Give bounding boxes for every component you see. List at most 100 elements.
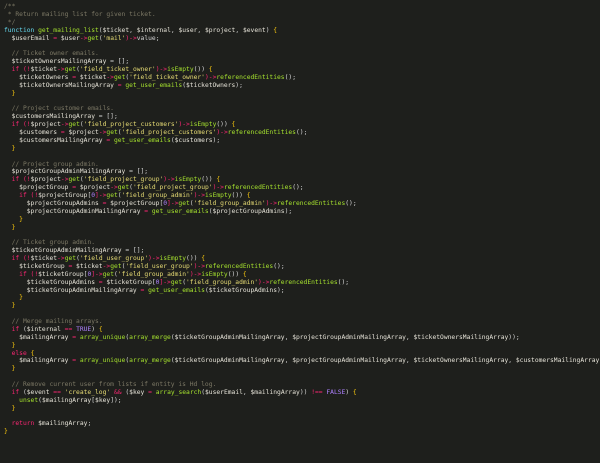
code-line: if ($event == 'create_log' && ($key = ar…	[4, 389, 600, 397]
code-line: // Remove current user from lists if ent…	[4, 381, 600, 389]
code-editor[interactable]: /** * Return mailing list for given tick…	[0, 0, 600, 463]
code-token: ();	[292, 184, 304, 192]
code-line: $customers = $project->get('field_projec…	[4, 129, 600, 137]
code-token: value	[136, 34, 156, 42]
code-token: ())	[227, 270, 243, 278]
code-token: ();	[337, 278, 350, 286]
code-line: // Ticket owner emails.	[4, 50, 600, 58]
code-token: }	[11, 341, 16, 349]
code-token: =	[64, 262, 77, 270]
code-token: }	[11, 144, 16, 152]
code-token: = [];	[121, 247, 145, 255]
code-token: ]->	[159, 278, 171, 286]
code-token: $ticket	[30, 255, 58, 262]
code-token: if	[19, 270, 31, 278]
code-token: ->	[106, 73, 114, 81]
code-token: {	[231, 121, 236, 129]
code-token: $ticket	[79, 73, 107, 81]
code-token: referencedEntities	[223, 184, 293, 192]
code-line: // Ticket group admin.	[4, 239, 600, 247]
code-token: {	[216, 176, 221, 184]
code-token: )->	[212, 184, 224, 192]
code-token: );	[235, 81, 243, 89]
code-token: ())	[216, 121, 232, 129]
code-token: return	[11, 420, 39, 428]
code-token: 'field_group_admin'	[121, 192, 194, 199]
code-token: */	[4, 18, 16, 26]
code-token: get	[68, 176, 80, 184]
code-token: $ticket	[30, 66, 58, 73]
code-token: // Remove current user from lists if ent…	[4, 381, 217, 388]
code-token: isEmpty	[189, 121, 217, 129]
code-line: // Project group admin.	[4, 161, 600, 169]
code-token: $customersMailingArray	[19, 136, 103, 144]
code-line: function get_mailing_list($ticket, $inte…	[4, 27, 600, 35]
code-token: get_user_emails	[113, 136, 171, 144]
code-token: $userEmail	[11, 34, 50, 42]
code-token: 'create_log'	[64, 388, 111, 396]
code-token: 'field_group_admin'	[186, 278, 259, 286]
code-token: $ticketGroupAdminMailingArray	[174, 333, 285, 341]
code-token: $projectGroup	[19, 184, 69, 192]
code-token: = [];	[106, 58, 130, 66]
code-line: /**	[4, 3, 600, 11]
code-token: ())	[201, 176, 217, 184]
code-line: $projectGroup = $project->get('field_pro…	[4, 184, 600, 192]
code-token: {	[246, 192, 251, 199]
code-line: if (!$ticket->get('field_ticket_owner')-…	[4, 66, 600, 74]
code-token: 'field_ticket_owner'	[129, 73, 205, 81]
code-token: referencedEntities	[227, 129, 296, 136]
code-token: $userEmail	[205, 388, 243, 396]
code-token: ==	[49, 388, 65, 396]
code-token: }	[19, 294, 23, 302]
code-token: referencedEntities	[269, 278, 338, 286]
code-token: isEmpty	[204, 192, 232, 199]
code-token: $ticketGroupAdminMailingArray	[26, 286, 137, 294]
code-token: if	[11, 176, 23, 184]
code-token: }	[19, 215, 23, 223]
code-token: ,	[405, 333, 414, 341]
code-token: $project	[79, 184, 111, 192]
code-token: ))	[299, 388, 312, 396]
code-token: $mailingArray	[19, 333, 69, 341]
code-token: }	[4, 428, 8, 436]
code-line: }	[4, 145, 600, 153]
code-token: $projectGroupAdminMailingArray	[292, 357, 406, 365]
code-token: if	[19, 192, 31, 199]
code-line: if (!$project->get('field_project_custom…	[4, 121, 600, 129]
code-token: $ticketOwnersMailingArray	[413, 333, 509, 341]
code-token: $ticketOwnersMailingArray	[11, 58, 107, 66]
code-line: */	[4, 19, 600, 27]
code-line: if (!$ticket->get('field_user_group')->i…	[4, 255, 600, 263]
code-token: $ticketOwners	[19, 73, 69, 81]
code-token: (!	[22, 121, 31, 129]
code-token: ,	[405, 357, 414, 365]
code-token: isEmpty	[201, 270, 228, 278]
code-token: if	[11, 121, 23, 129]
code-token: get_mailing_list	[38, 26, 99, 34]
code-token: 'field_group_admin'	[117, 270, 190, 278]
code-token: (!	[30, 270, 39, 278]
code-token: ())	[231, 192, 247, 199]
code-token: );	[212, 136, 221, 144]
code-line: }	[4, 342, 600, 350]
code-token: ->	[57, 255, 65, 262]
code-token: get	[64, 66, 77, 73]
code-token: )->	[155, 66, 168, 73]
